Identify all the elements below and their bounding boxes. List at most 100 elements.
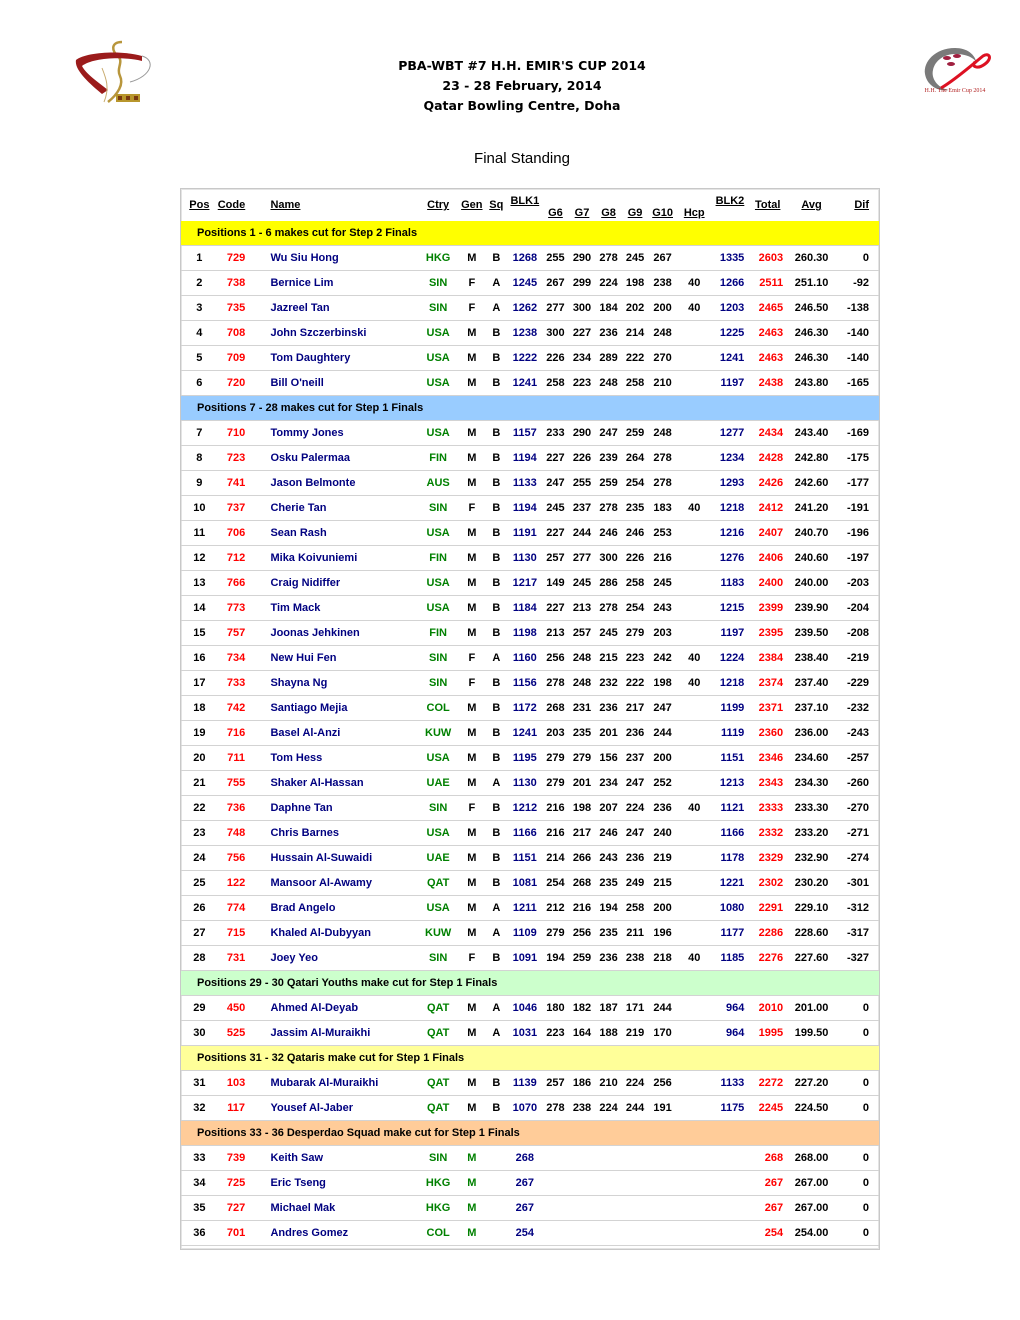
table-row[interactable]: 5 709 Tom Daughtery USA M B 1222 226 234 289 222 27… [181, 345, 879, 371]
cell-blk2: 1266 [711, 270, 749, 296]
table-row[interactable]: 25 122 Mansoor Al-Awamy QAT M B 1081 254 268 235 2… [181, 870, 879, 896]
table-row[interactable]: 21 755 Shaker Al-Hassan UAE M A 1130 279 201 234 2… [181, 770, 879, 796]
cell-name: Jazreel Tan [254, 295, 418, 321]
table-row[interactable]: 8 723 Osku Palermaa FIN M B 1194 227 226 239 264 27… [181, 445, 879, 471]
table-row[interactable]: 14 773 Tim Mack USA M B 1184 227 213 278 254 243 121… [181, 595, 879, 621]
cell-gen: M [458, 845, 486, 871]
cell-blk2: 1199 [711, 695, 749, 721]
table-row[interactable]: 26 774 Brad Angelo USA M A 1211 212 216 194 258 200… [181, 895, 879, 921]
cell-gen: M [458, 545, 486, 571]
col-g9[interactable]: G9 [622, 189, 649, 221]
cell-name: Mika Koivuniemi [254, 545, 418, 571]
table-row[interactable]: 10 737 Cherie Tan SIN F B 1194 245 237 278 235 183 4… [181, 495, 879, 521]
cell-g7: 256 [568, 920, 596, 946]
table-row[interactable]: 34 725 Eric Tseng HKG M 267 267 267.00 0 [181, 1170, 879, 1196]
cell-blk1: 1172 [507, 695, 543, 721]
cell-pos: 21 [181, 770, 218, 796]
col-total[interactable]: Total [748, 189, 787, 221]
table-row[interactable]: 35 727 Michael Mak HKG M 267 267 267.00 0 [181, 1195, 879, 1221]
table-row[interactable]: 16 734 New Hui Fen SIN F A 1160 256 248 215 223 242… [181, 645, 879, 671]
cell-blk2: 1224 [711, 645, 749, 671]
cell-code: 450 [217, 995, 255, 1021]
col-ctry[interactable]: Ctry [418, 189, 459, 221]
cell-g10: 198 [648, 670, 677, 696]
cell-avg: 230.20 [787, 870, 837, 896]
cell-g10: 253 [648, 520, 677, 546]
table-row[interactable]: 4 708 John Szczerbinski USA M B 1238 300 227 236 2… [181, 320, 879, 346]
table-row[interactable]: 19 716 Basel Al-Anzi KUW M B 1241 203 235 201 236 2… [181, 720, 879, 746]
table-row[interactable]: 9 741 Jason Belmonte AUS M B 1133 247 255 259 254 2… [181, 470, 879, 496]
table-row[interactable]: 11 706 Sean Rash USA M B 1191 227 244 246 246 253 12… [181, 520, 879, 546]
col-g10[interactable]: G10 [648, 189, 677, 221]
table-row[interactable]: 17 733 Shayna Ng SIN F B 1156 278 248 232 222 198 40… [181, 670, 879, 696]
table-row[interactable]: 31 103 Mubarak Al-Muraikhi QAT M B 1139 257 186 2… [181, 1070, 879, 1096]
cell-pos: 24 [181, 845, 218, 871]
table-row[interactable]: 1 729 Wu Siu Hong HKG M B 1268 255 290 278 245 267 1… [181, 245, 879, 271]
cell-g10: 240 [648, 820, 677, 846]
col-dif[interactable]: Dif [836, 189, 879, 221]
table-row[interactable]: 30 525 Jassim Al-Muraikhi QAT M A 1031 223 164 18… [181, 1020, 879, 1046]
col-name[interactable]: Name [254, 189, 417, 221]
col-avg[interactable]: Avg [787, 189, 836, 221]
cell-ctry: FIN [417, 445, 459, 471]
cell-blk1: 268 [507, 1145, 543, 1171]
col-blk1[interactable]: BLK1 [508, 189, 543, 221]
cell-g7: 227 [568, 320, 596, 346]
col-g7[interactable]: G7 [569, 189, 596, 221]
col-sq[interactable]: Sq [485, 189, 507, 221]
cell-total: 267 [748, 1170, 788, 1196]
col-g6[interactable]: G6 [542, 189, 569, 221]
table-row[interactable]: 18 742 Santiago Mejia COL M B 1172 268 231 236 217… [181, 695, 879, 721]
col-gen[interactable]: Gen [459, 189, 486, 221]
col-hcp[interactable]: Hcp [677, 189, 712, 221]
table-row[interactable]: 32 117 Yousef Al-Jaber QAT M B 1070 278 238 224 24… [181, 1095, 879, 1121]
col-blk2[interactable]: BLK2 [712, 189, 749, 221]
table-row[interactable]: 20 711 Tom Hess USA M B 1195 279 279 156 237 200 115… [181, 745, 879, 771]
table-row[interactable]: 22 736 Daphne Tan SIN F B 1212 216 198 207 224 236 4… [181, 795, 879, 821]
cell-g7: 213 [568, 595, 596, 621]
cell-hcp [676, 745, 712, 771]
table-row[interactable]: 23 748 Chris Barnes USA M B 1166 216 217 246 247 24… [181, 820, 879, 846]
col-code[interactable]: Code [218, 189, 255, 221]
cell-g8: 246 [595, 520, 622, 546]
cell-ctry: USA [417, 345, 459, 371]
cell-pos: 7 [181, 420, 218, 446]
table-row[interactable]: 2 738 Bernice Lim SIN F A 1245 267 299 224 198 238 4… [181, 270, 879, 296]
table-row[interactable]: 12 712 Mika Koivuniemi FIN M B 1130 257 277 300 22… [181, 545, 879, 571]
cell-blk1: 1245 [507, 270, 543, 296]
cell-ctry: SIN [417, 795, 459, 821]
table-row[interactable]: 27 715 Khaled Al-Dubyyan KUW M A 1109 279 256 235… [181, 920, 879, 946]
cell-g9: 222 [621, 345, 649, 371]
cell-pos: 33 [181, 1145, 218, 1171]
table-row[interactable]: 13 766 Craig Nidiffer USA M B 1217 149 245 286 258… [181, 570, 879, 596]
cell-g10: 236 [648, 795, 677, 821]
cell-code: 734 [217, 645, 255, 671]
cell-hcp: 40 [676, 270, 712, 296]
col-pos[interactable]: Pos [181, 189, 218, 221]
table-row[interactable]: 33 739 Keith Saw SIN M 268 268 268.00 0 [181, 1145, 879, 1171]
cell-g8: 235 [595, 920, 622, 946]
table-row[interactable]: 36 701 Andres Gomez COL M 254 254 254.00 0 [181, 1220, 879, 1246]
cell-code: 741 [217, 470, 255, 496]
table-row[interactable]: 3 735 Jazreel Tan SIN F A 1262 277 300 184 202 200 4… [181, 295, 879, 321]
cell-g8: 259 [595, 470, 622, 496]
cell-total: 2245 [748, 1095, 788, 1121]
cell-avg: 234.60 [787, 745, 837, 771]
cell-code: 738 [217, 270, 255, 296]
cell-name: Shaker Al-Hassan [254, 770, 418, 796]
cell-blk2: 1277 [711, 420, 749, 446]
cell-sq [485, 1195, 508, 1221]
table-row[interactable]: 29 450 Ahmed Al-Deyab QAT M A 1046 180 182 187 171… [181, 995, 879, 1021]
table-row[interactable]: 24 756 Hussain Al-Suwaidi UAE M B 1151 214 266 24… [181, 845, 879, 871]
cell-avg: 224.50 [787, 1095, 837, 1121]
section-title: Positions 29 - 30 Qatari Youths make cut… [181, 970, 879, 996]
table-row[interactable]: 28 731 Joey Yeo SIN F B 1091 194 259 236 238 218 40 1… [181, 945, 879, 971]
cell-hcp [676, 570, 712, 596]
table-row[interactable]: 7 710 Tommy Jones USA M B 1157 233 290 247 259 248 1… [181, 420, 879, 446]
cell-g6 [542, 1220, 569, 1246]
cell-g6: 212 [542, 895, 569, 921]
table-row[interactable]: 6 720 Bill O'neill USA M B 1241 258 223 248 258 210… [181, 370, 879, 396]
col-g8[interactable]: G8 [595, 189, 622, 221]
table-row[interactable]: 15 757 Joonas Jehkinen FIN M B 1198 213 257 245 27… [181, 620, 879, 646]
cell-name: Shayna Ng [254, 670, 418, 696]
